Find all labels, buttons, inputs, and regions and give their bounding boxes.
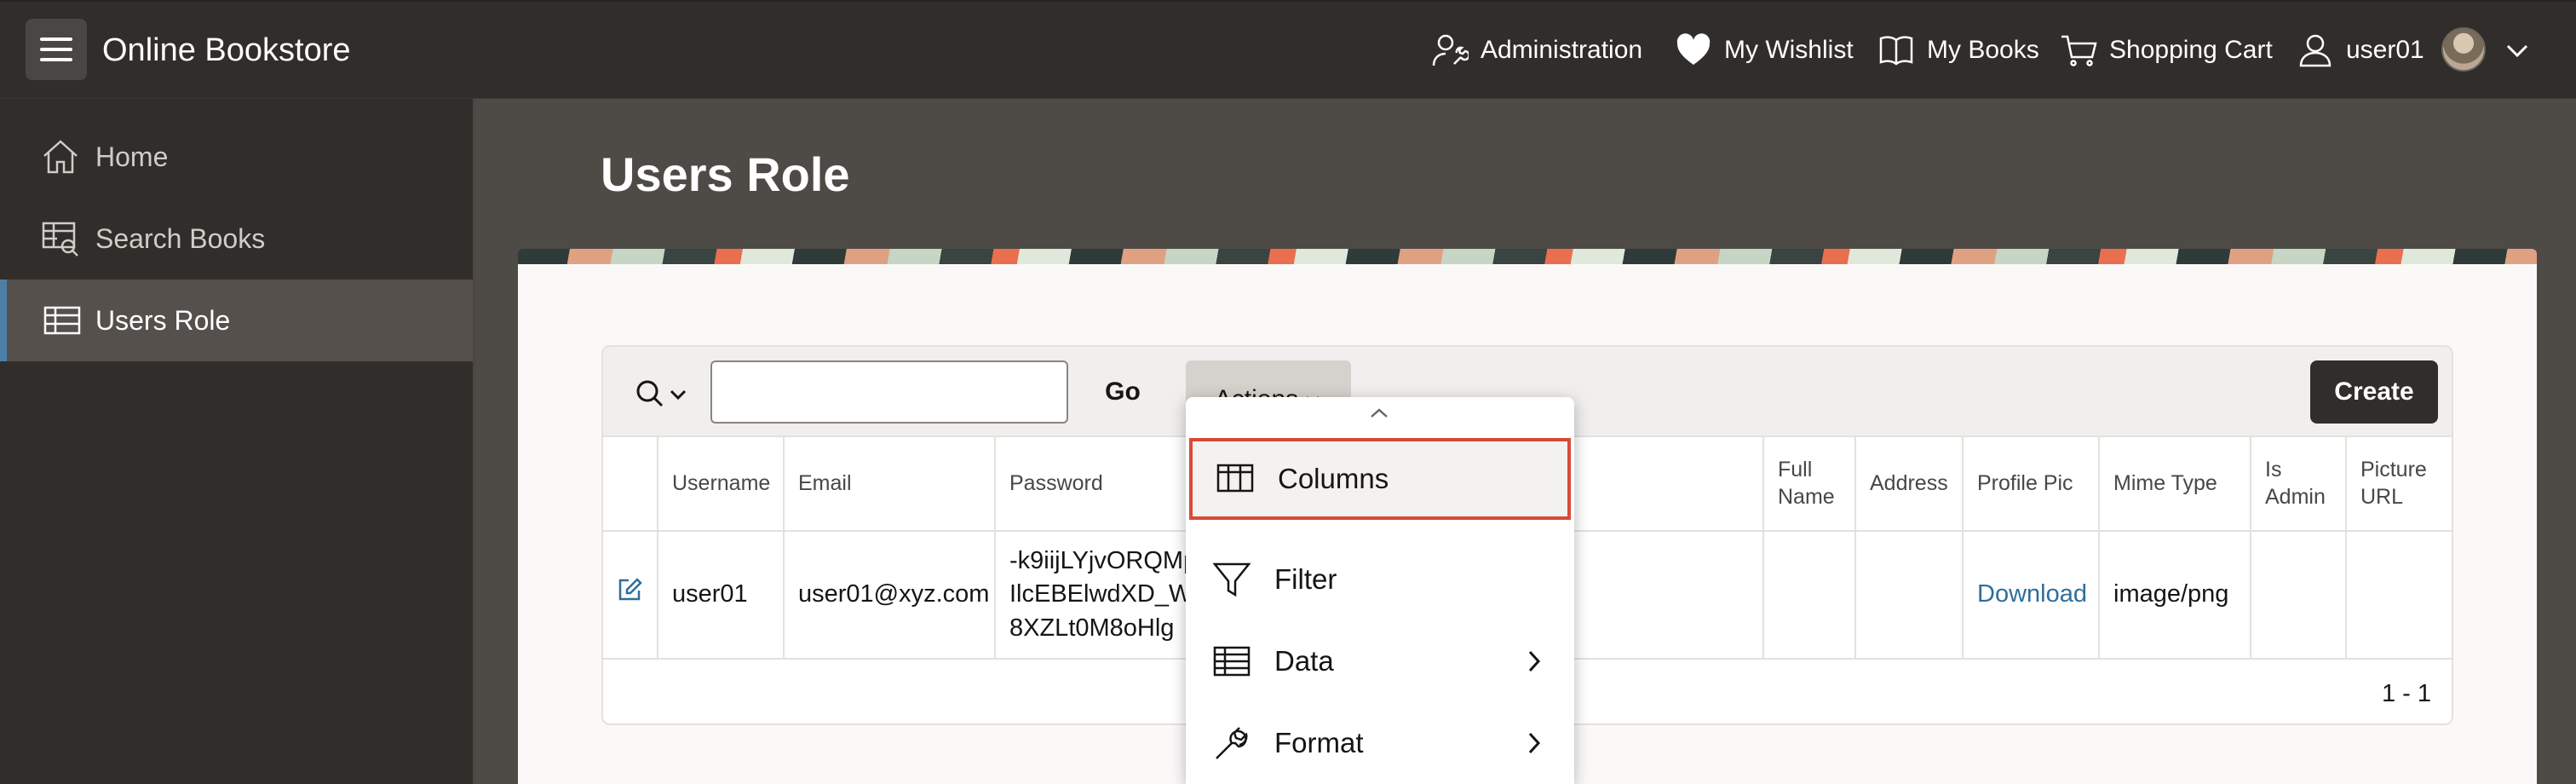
column-header[interactable]: Picture URL bbox=[2346, 437, 2452, 532]
column-header[interactable]: Password bbox=[995, 437, 1217, 532]
menu-item-label: Columns bbox=[1278, 463, 1389, 494]
cell-mime-type: image/png bbox=[2099, 531, 2251, 660]
filter-icon bbox=[1212, 562, 1251, 597]
home-icon bbox=[43, 140, 78, 174]
nav-label: Administration bbox=[1481, 36, 1643, 64]
sidebar-item-label: Search Books bbox=[95, 222, 266, 254]
cell-email: user01@xyz.com bbox=[784, 531, 996, 660]
pagination: 1 - 1 bbox=[2381, 680, 2431, 707]
hamburger-menu-button[interactable] bbox=[26, 19, 87, 80]
menu-item-filter[interactable]: Filter bbox=[1189, 539, 1571, 620]
app-title[interactable]: Online Bookstore bbox=[102, 32, 351, 69]
cell-username: user01 bbox=[658, 531, 785, 660]
data-table-icon bbox=[1213, 646, 1251, 677]
chevron-down-icon[interactable] bbox=[2503, 36, 2532, 65]
avatar[interactable] bbox=[2441, 27, 2486, 72]
nav-user-menu[interactable]: user01 bbox=[2297, 27, 2424, 73]
nav-my-wishlist[interactable]: My Wishlist bbox=[1675, 27, 1854, 73]
sidebar-item-users-role[interactable]: Users Role bbox=[0, 280, 473, 361]
edit-icon[interactable] bbox=[617, 577, 642, 602]
column-header-edit bbox=[603, 437, 658, 532]
cell-picture-url bbox=[2346, 531, 2452, 660]
table-search-icon bbox=[42, 222, 78, 257]
cell-password: -k9iijLYjvORQMp IlcEBElwdXD_Wp 8XZLt0M8o… bbox=[995, 531, 1217, 660]
search-input[interactable] bbox=[710, 360, 1068, 424]
search-column-selector[interactable] bbox=[632, 376, 692, 413]
cart-icon bbox=[2061, 35, 2097, 66]
cell-is-admin bbox=[2251, 531, 2347, 660]
column-header[interactable]: Mime Type bbox=[2099, 437, 2251, 532]
open-book-icon bbox=[1879, 36, 1913, 66]
page-title: Users Role bbox=[601, 147, 850, 201]
nav-administration[interactable]: Administration bbox=[1431, 27, 1642, 73]
column-header[interactable]: Is Admin bbox=[2251, 437, 2347, 532]
table-icon bbox=[43, 306, 81, 335]
app-header: Online Bookstore Administration My Wishl… bbox=[0, 0, 2576, 99]
nav-label: My Wishlist bbox=[1724, 36, 1854, 64]
create-button[interactable]: Create bbox=[2310, 360, 2438, 424]
menu-item-data[interactable]: Data bbox=[1189, 620, 1571, 702]
menu-item-label: Data bbox=[1274, 645, 1334, 677]
user-icon bbox=[2299, 34, 2332, 67]
column-header[interactable]: Username bbox=[658, 437, 785, 532]
menu-item-label: Filter bbox=[1274, 563, 1337, 595]
sidebar-item-label: Home bbox=[95, 141, 169, 172]
nav-label: user01 bbox=[2346, 36, 2424, 64]
columns-icon bbox=[1216, 464, 1254, 493]
column-header[interactable]: Profile Pic bbox=[1963, 437, 2100, 532]
actions-menu: Columns Filter Data Format bbox=[1186, 397, 1574, 784]
nav-label: Shopping Cart bbox=[2109, 36, 2273, 64]
nav-label: My Books bbox=[1927, 36, 2039, 64]
sidebar-item-home[interactable]: Home bbox=[0, 116, 473, 198]
sidebar-item-label: Users Role bbox=[95, 304, 231, 336]
sidebar: Home Search Books Users Role bbox=[0, 99, 475, 784]
menu-item-format[interactable]: Format bbox=[1189, 702, 1571, 784]
column-header[interactable]: Email bbox=[784, 437, 996, 532]
cell-profile-pic: Download bbox=[1963, 531, 2100, 660]
sidebar-item-search-books[interactable]: Search Books bbox=[0, 198, 473, 280]
nav-shopping-cart[interactable]: Shopping Cart bbox=[2060, 27, 2273, 73]
edit-cell bbox=[603, 531, 658, 660]
cell-full-name bbox=[1763, 531, 1856, 660]
chevron-right-icon bbox=[1528, 650, 1541, 672]
chevron-up-icon[interactable] bbox=[1366, 404, 1392, 423]
menu-item-label: Format bbox=[1274, 727, 1364, 758]
region-banner bbox=[518, 249, 2537, 264]
go-button[interactable]: Go bbox=[1087, 360, 1159, 424]
cell-address bbox=[1855, 531, 1964, 660]
column-header[interactable]: Address bbox=[1855, 437, 1964, 532]
menu-item-columns[interactable]: Columns bbox=[1189, 438, 1571, 520]
heart-icon bbox=[1676, 33, 1711, 65]
wrench-icon bbox=[1216, 727, 1248, 759]
download-link[interactable]: Download bbox=[1977, 580, 2087, 608]
user-wrench-icon bbox=[1432, 34, 1469, 66]
nav-my-books[interactable]: My Books bbox=[1877, 27, 2039, 73]
chevron-right-icon bbox=[1528, 732, 1541, 754]
column-header[interactable]: Full Name bbox=[1763, 437, 1856, 532]
